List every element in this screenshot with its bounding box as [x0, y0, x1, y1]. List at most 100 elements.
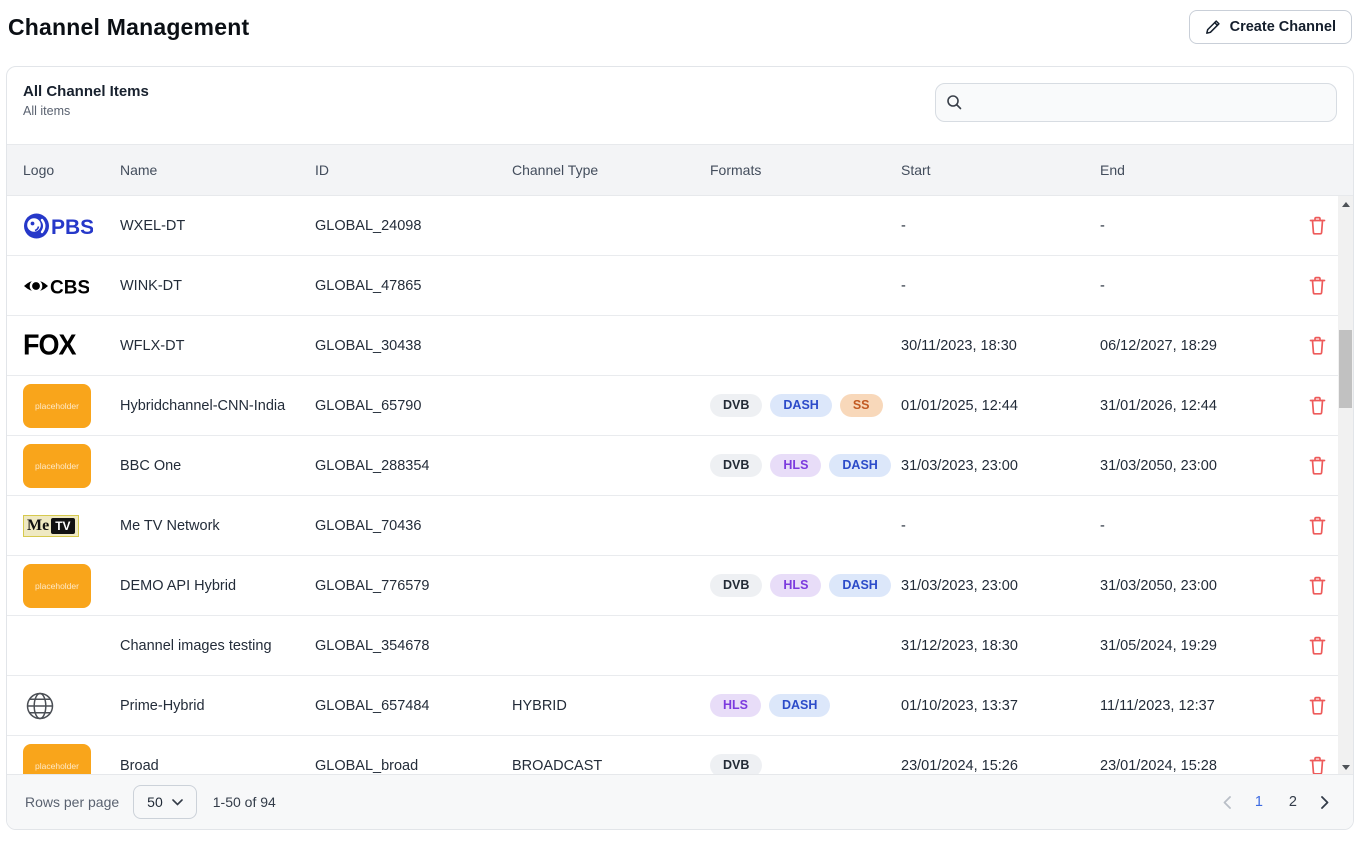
cell-logo: placeholder: [7, 384, 104, 428]
cell-start: -: [885, 278, 1084, 294]
delete-channel-button[interactable]: [1305, 692, 1330, 719]
delete-channel-button[interactable]: [1305, 632, 1330, 659]
cell-actions: [1291, 692, 1338, 719]
cell-start: 01/10/2023, 13:37: [885, 698, 1084, 714]
cell-logo: MeTV: [7, 515, 104, 537]
placeholder-logo: placeholder: [23, 384, 91, 428]
delete-channel-button[interactable]: [1305, 332, 1330, 359]
cell-start: 30/11/2023, 18:30: [885, 338, 1084, 354]
rows-per-page-select[interactable]: 50: [133, 785, 197, 819]
cell-end: 06/12/2027, 18:29: [1084, 338, 1291, 354]
delete-channel-button[interactable]: [1305, 572, 1330, 599]
vertical-scrollbar[interactable]: [1338, 196, 1353, 776]
scrollbar-thumb[interactable]: [1339, 330, 1352, 408]
placeholder-logo-label: placeholder: [35, 581, 79, 591]
panel-subtitle: All items: [23, 104, 149, 118]
table-body-wrap: PBSWXEL-DTGLOBAL_24098-- CBS WINK-DT GLOBAL…: [7, 196, 1353, 776]
cell-start: 31/12/2023, 18:30: [885, 638, 1084, 654]
metv-logo: MeTV: [23, 515, 79, 537]
format-badge-dvb: DVB: [710, 574, 762, 597]
format-badge-dvb: DVB: [710, 394, 762, 417]
cell-id: GLOBAL_354678: [299, 638, 496, 654]
cell-channel-type: HYBRID: [496, 698, 694, 714]
page-button-1[interactable]: 1: [1247, 790, 1271, 814]
cell-actions: [1291, 512, 1338, 539]
cell-id: GLOBAL_70436: [299, 518, 496, 534]
table-row[interactable]: placeholder BBC OneGLOBAL_288354 DVBHLSDAS…: [7, 436, 1338, 496]
table-row[interactable]: CBSWINK-DTGLOBAL_47865--: [7, 256, 1338, 316]
cell-name: WINK-DT: [104, 278, 299, 294]
column-header-name: Name: [104, 162, 299, 178]
card-header: All Channel Items All items: [7, 67, 1353, 144]
table-row[interactable]: Channel images testingGLOBAL_354678 31/12…: [7, 616, 1338, 676]
cell-id: GLOBAL_24098: [299, 218, 496, 234]
cell-id: GLOBAL_65790: [299, 398, 496, 414]
scroll-down-arrow-icon[interactable]: [1338, 760, 1353, 775]
cell-logo: placeholder: [7, 444, 104, 488]
table-row[interactable]: placeholderBroadGLOBAL_broadBROADCASTDVB…: [7, 736, 1338, 776]
previous-page-icon[interactable]: [1217, 792, 1237, 813]
placeholder-logo: placeholder: [23, 444, 91, 488]
cell-id: GLOBAL_776579: [299, 578, 496, 594]
table-row[interactable]: Prime-HybridGLOBAL_657484HYBRIDHLSDASH01…: [7, 676, 1338, 736]
delete-channel-button[interactable]: [1305, 212, 1330, 239]
cell-end: -: [1084, 278, 1291, 294]
panel-title: All Channel Items: [23, 83, 149, 100]
cell-actions: [1291, 452, 1338, 479]
chevron-down-icon: [172, 799, 183, 806]
svg-text:CBS: CBS: [50, 277, 89, 298]
cell-actions: [1291, 212, 1338, 239]
cell-end: 31/01/2026, 12:44: [1084, 398, 1291, 414]
panel-titles: All Channel Items All items: [23, 83, 149, 118]
table-footer: Rows per page 50 1-50 of 94 1 2: [7, 774, 1353, 829]
table-body: PBSWXEL-DTGLOBAL_24098-- CBS WINK-DT GLOBAL…: [7, 196, 1338, 776]
create-channel-button[interactable]: Create Channel: [1189, 10, 1352, 44]
scroll-up-arrow-icon[interactable]: [1338, 197, 1353, 212]
cell-actions: [1291, 572, 1338, 599]
channel-image-logo: [23, 621, 61, 671]
table-row[interactable]: PBSWXEL-DTGLOBAL_24098--: [7, 196, 1338, 256]
column-header-logo: Logo: [7, 162, 104, 178]
cell-actions: [1291, 272, 1338, 299]
cell-actions: [1291, 392, 1338, 419]
channel-list-card: All Channel Items All items LogoNameID Ch…: [6, 66, 1354, 830]
cell-logo: PBS: [7, 212, 104, 240]
format-badge-hls: HLS: [710, 694, 761, 717]
cell-start: -: [885, 518, 1084, 534]
metv-logo-tv-text: TV: [51, 518, 74, 534]
cell-formats: DVBHLSDASH: [694, 574, 885, 597]
page-button-2[interactable]: 2: [1281, 790, 1305, 814]
table-row[interactable]: MeTVMe TV NetworkGLOBAL_70436--: [7, 496, 1338, 556]
cell-end: 31/05/2024, 19:29: [1084, 638, 1291, 654]
placeholder-logo-label: placeholder: [35, 461, 79, 471]
delete-channel-button[interactable]: [1305, 392, 1330, 419]
cell-start: 31/03/2023, 23:00: [885, 578, 1084, 594]
delete-channel-button[interactable]: [1305, 452, 1330, 479]
delete-channel-button[interactable]: [1305, 272, 1330, 299]
cell-formats: DVBHLSDASH: [694, 454, 885, 477]
format-badge-dvb: DVB: [710, 454, 762, 477]
cell-name: Prime-Hybrid: [104, 698, 299, 714]
cell-actions: [1291, 752, 1338, 776]
cell-name: WFLX-DT: [104, 338, 299, 354]
format-badge-ss: SS: [840, 394, 883, 417]
delete-channel-button[interactable]: [1305, 752, 1330, 776]
table-row[interactable]: placeholderDEMO API HybridGLOBAL_776579D…: [7, 556, 1338, 616]
next-page-icon[interactable]: [1315, 792, 1335, 813]
cell-name: Channel images testing: [104, 638, 299, 654]
delete-channel-button[interactable]: [1305, 512, 1330, 539]
cell-id: GLOBAL_288354: [299, 458, 496, 474]
table-row[interactable]: placeholderHybridchannel-CNN-IndiaGLOBAL…: [7, 376, 1338, 436]
cell-name: BBC One: [104, 458, 299, 474]
cbs-logo: CBS: [23, 274, 89, 298]
search-input[interactable]: [935, 83, 1337, 122]
cell-formats: DVBDASHSS: [694, 394, 885, 417]
rows-per-page-value: 50: [147, 794, 163, 810]
cell-logo: placeholder: [7, 744, 104, 777]
table-row[interactable]: FOXWFLX-DTGLOBAL_3043830/11/2023, 18:300…: [7, 316, 1338, 376]
placeholder-logo: placeholder: [23, 744, 91, 777]
cell-end: 23/01/2024, 15:28: [1084, 758, 1291, 774]
column-header-id: ID: [299, 162, 496, 178]
cell-end: -: [1084, 518, 1291, 534]
placeholder-logo-label: placeholder: [35, 761, 79, 771]
